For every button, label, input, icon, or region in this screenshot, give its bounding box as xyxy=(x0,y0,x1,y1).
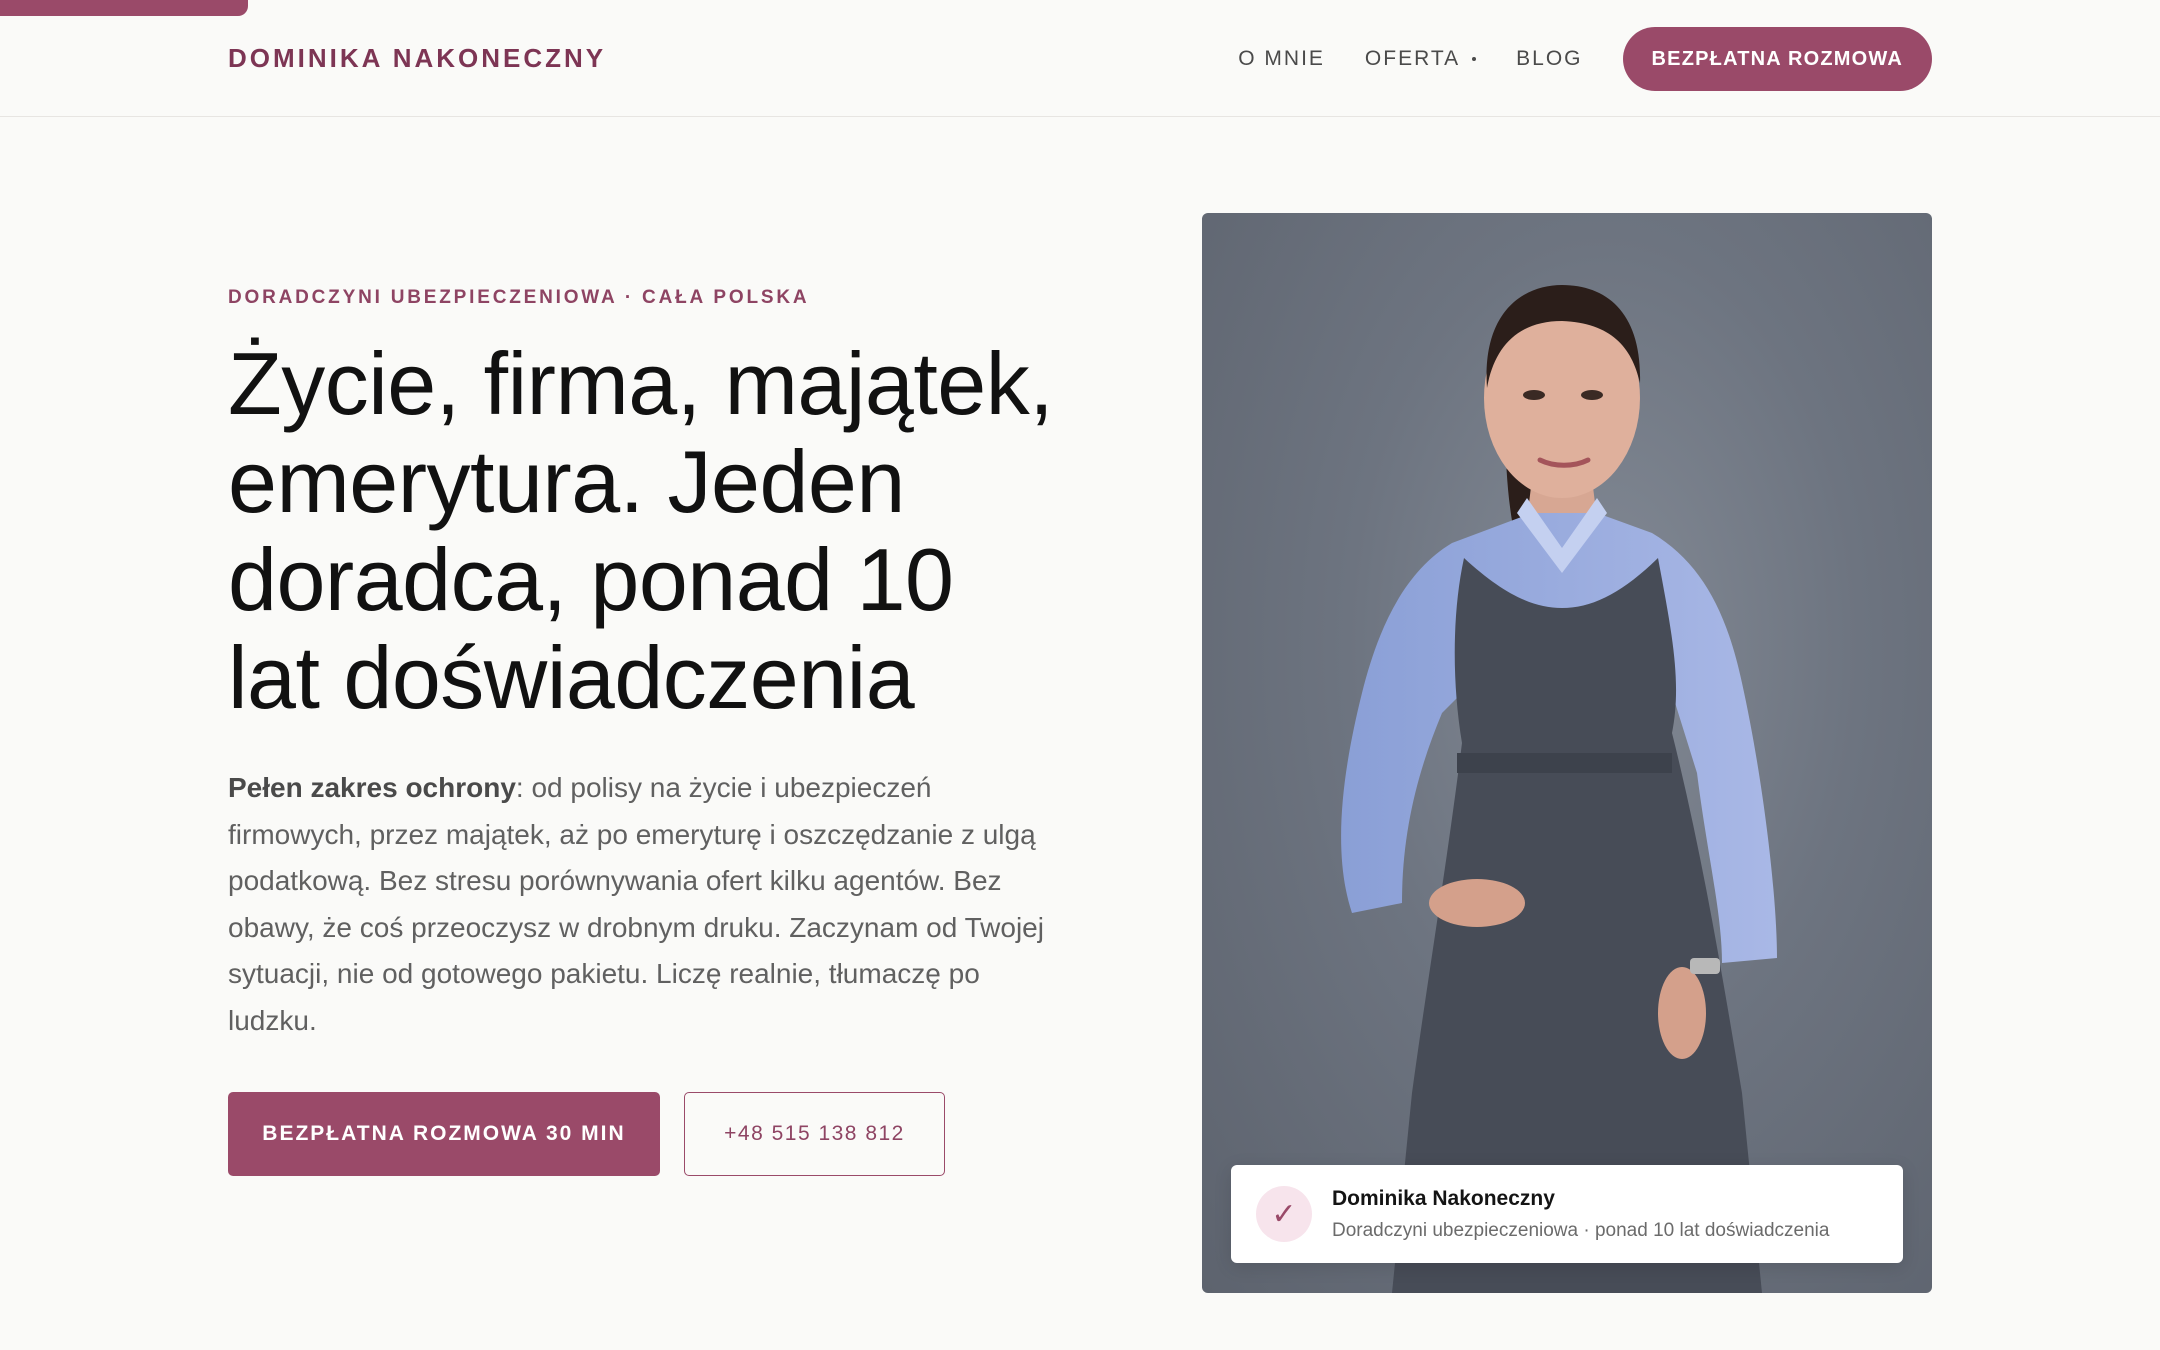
advisor-name: Dominika Nakoneczny xyxy=(1332,1187,1555,1210)
advisor-portrait-photo xyxy=(1202,213,1932,1293)
nav-link-label: O MNIE xyxy=(1238,47,1325,70)
phone-button[interactable]: +48 515 138 812 xyxy=(684,1092,945,1176)
site-header: DOMINIKA NAKONECZNY O MNIE OFERTA BLOG B… xyxy=(0,0,2160,117)
check-icon: ✓ xyxy=(1256,1186,1312,1242)
hero-title: Życie, firma, majątek, emerytura. Jeden … xyxy=(228,335,1128,727)
nav-link-label: OFERTA xyxy=(1364,47,1461,70)
nav-link-label: BLOG xyxy=(1516,47,1583,70)
hero-description: Pełen zakres ochrony: od polisy na życie… xyxy=(228,765,1048,1044)
nav-link-oferta[interactable]: OFERTA xyxy=(1364,47,1477,71)
nav-link-o-mnie[interactable]: O MNIE xyxy=(1238,47,1325,71)
main-nav: O MNIE OFERTA BLOG BEZPŁATNA ROZMOWA xyxy=(1238,27,1932,91)
hero-eyebrow: DORADCZYNI UBEZPIECZENIOWA · CAŁA POLSKA xyxy=(228,287,810,308)
hero-title-line: Życie, firma, majątek, xyxy=(228,334,1054,433)
nav-link-blog[interactable]: BLOG xyxy=(1516,47,1582,71)
hero-title-line: lat doświadczenia xyxy=(228,628,915,727)
hero-description-text: : od polisy na życie i ubezpieczeń firmo… xyxy=(228,772,1044,1036)
advisor-subtitle: Doradczyni ubezpieczeniowa · ponad 10 la… xyxy=(1332,1220,1830,1241)
brand-logo[interactable]: DOMINIKA NAKONECZNY xyxy=(228,43,606,74)
dropdown-dot-icon xyxy=(1472,57,1477,61)
portrait-illustration xyxy=(1341,285,1777,1293)
free-consultation-button[interactable]: BEZPŁATNA ROZMOWA 30 MIN xyxy=(228,1092,660,1176)
hero-description-bold: Pełen zakres ochrony xyxy=(228,772,516,803)
hero-title-line: emerytura. Jeden xyxy=(228,432,905,531)
header-cta-button[interactable]: BEZPŁATNA ROZMOWA xyxy=(1622,27,1932,91)
hero-title-line: doradca, ponad 10 xyxy=(228,530,954,629)
advisor-info-card: ✓ Dominika Nakoneczny Doradczyni ubezpie… xyxy=(1231,1165,1903,1263)
